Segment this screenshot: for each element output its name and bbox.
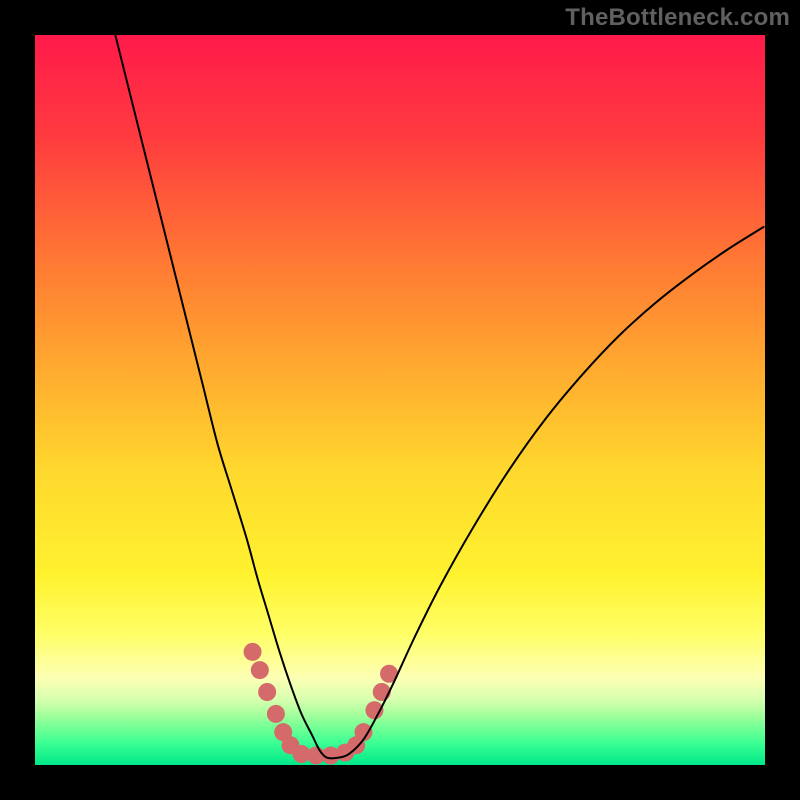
chart-frame: TheBottleneck.com [0, 0, 800, 800]
plot-area [35, 35, 765, 765]
watermark-label: TheBottleneck.com [565, 4, 790, 32]
curve-layer [35, 35, 765, 765]
cluster-dots [244, 643, 399, 765]
bottleneck-curve [115, 35, 763, 758]
